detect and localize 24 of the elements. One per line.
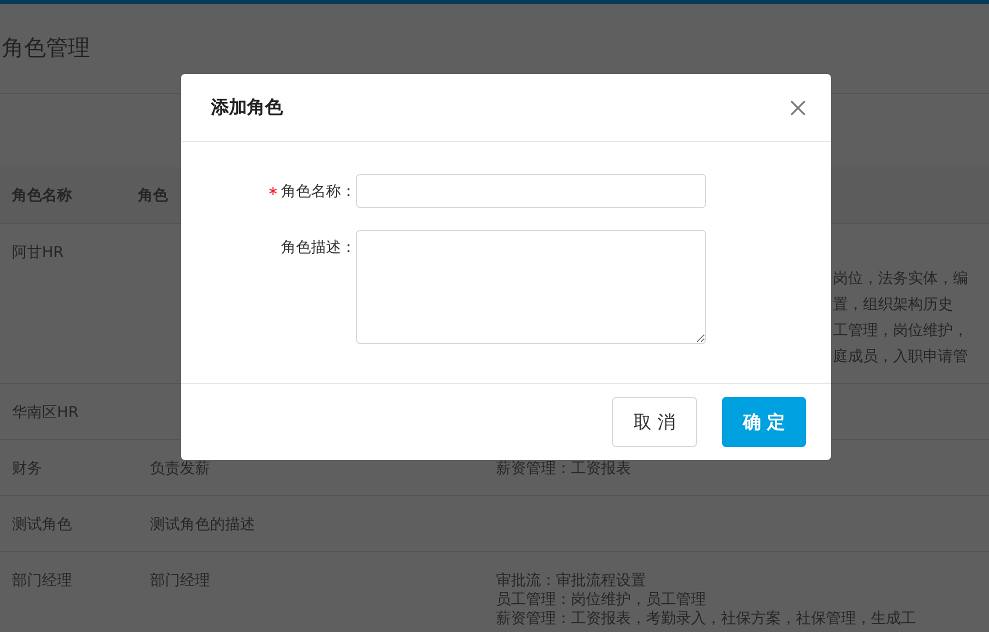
role-description: 测试角色的描述 xyxy=(150,515,255,533)
permission-text: 薪资管理：工资报表 xyxy=(496,459,631,478)
role-name: 部门经理 xyxy=(12,571,72,589)
permission-text: 岗位，法务实体，编 xyxy=(833,268,968,289)
permission-text: 置，组织架构历史 xyxy=(833,294,954,315)
page-title: 角色管理 xyxy=(2,35,90,63)
dialog-title: 添加角色 xyxy=(211,96,283,120)
permission-text: 庭成员，入职申请管 xyxy=(833,346,968,367)
role-name: 阿甘HR xyxy=(12,243,64,261)
role-name: 华南区HR xyxy=(12,403,79,421)
permission-text: 薪资管理：工资报表，考勤录入，社保方案，社保管理，生成工 xyxy=(496,609,916,628)
close-icon[interactable] xyxy=(789,98,807,116)
role-description: 部门经理 xyxy=(150,571,210,589)
input-field[interactable] xyxy=(356,174,706,208)
permission-text: 员工管理：岗位维护，员工管理 xyxy=(496,590,707,609)
field-label: 角色描述： xyxy=(281,236,356,258)
cancel-button[interactable]: 取 消 xyxy=(612,397,697,447)
role-name: 财务 xyxy=(12,459,42,477)
field-label: 角色名称： xyxy=(281,180,356,202)
permission-text: 审批流：审批流程设置 xyxy=(496,571,647,590)
role-name: 测试角色 xyxy=(12,515,72,533)
role-description: 负责发薪 xyxy=(150,459,210,477)
permission-text: 工管理，岗位维护， xyxy=(833,320,968,341)
text-area[interactable] xyxy=(356,230,706,344)
